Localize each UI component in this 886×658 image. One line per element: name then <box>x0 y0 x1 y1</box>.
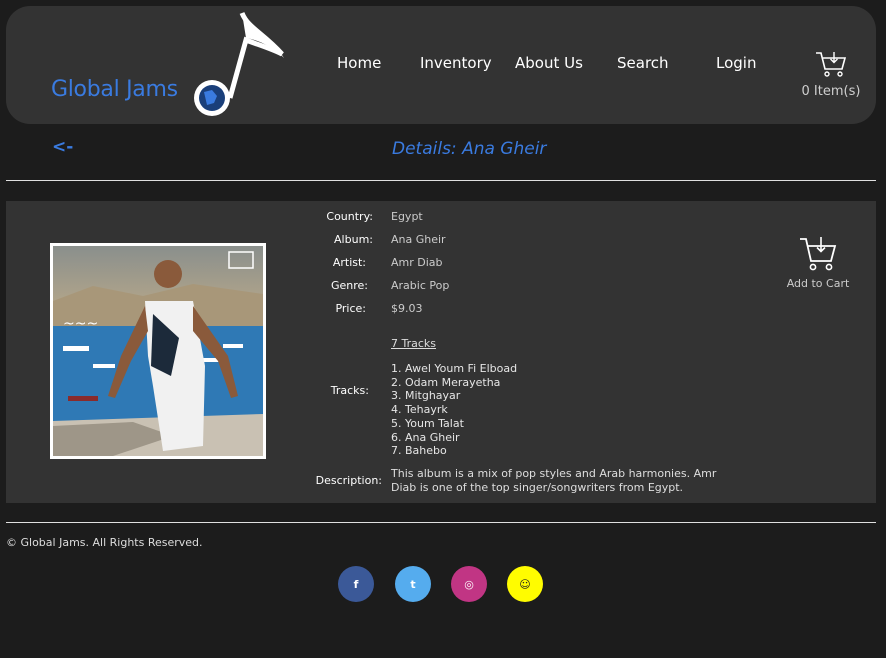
album-value: Ana Gheir <box>391 233 446 246</box>
site-header: Global Jams Home Inventory About Us Sear… <box>6 6 876 124</box>
brand-name[interactable]: Global Jams <box>51 77 178 102</box>
facebook-icon: f <box>353 577 359 591</box>
genre-value: Arabic Pop <box>391 279 450 292</box>
cart-icon <box>816 52 847 77</box>
list-item: 3. Mitghayar <box>391 389 461 403</box>
price-value: $9.03 <box>391 302 423 315</box>
country-value: Egypt <box>391 210 423 223</box>
footer-divider <box>6 522 876 523</box>
cart-count: 0 Item(s) <box>801 84 861 99</box>
snapchat-button[interactable]: ☺ <box>507 566 543 602</box>
tracks-toggle[interactable]: 7 Tracks <box>391 337 436 350</box>
album-details-panel: ~~~ Country: Egypt Album: Ana Gheir Arti… <box>6 201 876 503</box>
country-label: Country: <box>326 210 373 223</box>
facebook-button[interactable]: f <box>338 566 374 602</box>
instagram-icon: ◎ <box>464 577 474 591</box>
nav-about-us[interactable]: About Us <box>515 54 583 72</box>
list-item: 4. Tehayrk <box>391 403 448 417</box>
svg-text:~~~: ~~~ <box>63 316 98 332</box>
genre-label: Genre: <box>330 279 368 292</box>
snapchat-icon: ☺ <box>519 577 531 591</box>
album-cover-image: ~~~ <box>50 243 266 459</box>
track-list: 1. Awel Youm Fi Elboad 2. Odam Merayetha… <box>391 362 517 458</box>
list-item: 7. Bahebo <box>391 444 447 458</box>
add-to-cart-label: Add to Cart <box>786 277 850 290</box>
list-item: 2. Odam Merayetha <box>391 375 501 389</box>
copyright-text: © Global Jams. All Rights Reserved. <box>6 536 203 549</box>
music-note-logo-icon <box>194 11 284 116</box>
twitter-button[interactable]: t <box>395 566 431 602</box>
twitter-icon: t <box>410 577 416 591</box>
add-to-cart-button[interactable]: Add to Cart <box>786 234 850 290</box>
list-item: 1. Awel Youm Fi Elboad <box>391 362 518 375</box>
nav-login[interactable]: Login <box>716 54 756 72</box>
back-link[interactable]: <- <box>52 137 73 157</box>
nav-search[interactable]: Search <box>617 54 669 72</box>
artist-value: Amr Diab <box>391 256 443 269</box>
list-item: 5. Youm Talat <box>391 416 464 430</box>
divider <box>6 180 876 181</box>
cart-icon <box>800 237 837 271</box>
description-value: This album is a mix of pop styles and Ar… <box>391 467 717 494</box>
page-title: Details: Ana Gheir <box>392 139 547 159</box>
artist-label: Artist: <box>332 256 366 269</box>
price-label: Price: <box>335 302 366 315</box>
list-item: 6. Ana Gheir <box>391 430 460 444</box>
nav-home[interactable]: Home <box>337 54 381 72</box>
album-label: Album: <box>334 233 373 246</box>
description-label: Description: <box>315 474 382 487</box>
tracks-link[interactable]: 7 Tracks <box>391 337 436 350</box>
header-cart[interactable]: 0 Item(s) <box>796 50 866 99</box>
nav-inventory[interactable]: Inventory <box>420 54 492 72</box>
tracks-label: Tracks: <box>330 384 369 397</box>
instagram-button[interactable]: ◎ <box>451 566 487 602</box>
